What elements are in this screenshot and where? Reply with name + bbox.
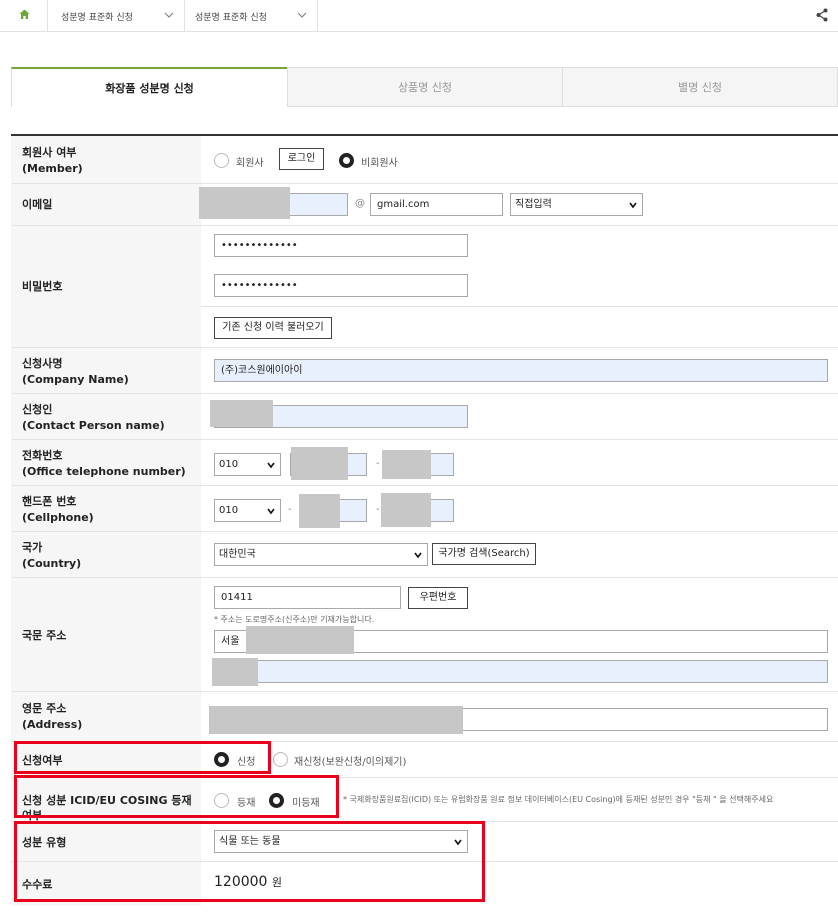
chevron-down-icon [629,202,637,209]
email-domain-select[interactable]: 직접입력 [510,193,643,216]
email-at-sign: @ [355,198,365,209]
radio-member-label: 회원사 [236,158,264,169]
country-select-value: 대한민국 [219,549,256,560]
login-button[interactable]: 로그인 [279,148,324,170]
redacted-block [212,658,258,686]
row-kr-address: 국문 주소 01411 우편번호 * 주소는 도로명주소(신주소)만 기재가능합… [11,578,838,692]
label-contact: 신청인 [22,403,53,416]
radio-apply-re-label: 재신청(보완신청/이의제기) [294,757,407,768]
office-phone-prefix-select[interactable]: 010 [214,453,281,476]
redacted-block [246,626,354,654]
email-domain-select-value: 직접입력 [515,199,552,210]
divider [201,306,838,307]
breadcrumb-dropdown-1[interactable]: 성분명 표준화 신청 [48,0,185,32]
top-nav-bar: 성분명 표준화 신청 성분명 표준화 신청 [0,0,838,32]
row-en-address: 영문 주소 (Address) [11,692,838,742]
cellphone-prefix-select[interactable]: 010 [214,499,281,522]
country-select[interactable]: 대한민국 [214,543,428,566]
label-company-en: (Company Name) [22,373,129,386]
label-contact-en: (Contact Person name) [22,419,165,432]
tab-ingredient-name[interactable]: 화장품 성분명 신청 [11,67,288,107]
label-office-phone-en: (Office telephone number) [22,465,186,478]
redacted-block [199,187,290,219]
cosing-note: * 국제화장품원료집(ICID) 또는 유럽화장품 원료 정보 데이터베이스(E… [343,795,774,804]
highlight-box-apply-type [14,741,271,774]
label-company: 신청사명 [22,357,63,370]
phone-dash: - [288,504,292,515]
application-form: 회원사 여부 (Member) 회원사 로그인 비회원사 이메일 @ gmail… [11,134,838,906]
label-en-address-en: (Address) [22,718,83,731]
highlight-box-type-fee [14,821,485,902]
address-note: * 주소는 도로명주소(신주소)만 기재가능합니다. [214,615,375,624]
row-contact-person: 신청인 (Contact Person name) [11,394,838,440]
label-cellphone: 핸드폰 번호 [22,495,77,508]
row-office-phone: 전화번호 (Office telephone number) 010 - [11,440,838,486]
label-member-en: (Member) [22,162,83,175]
phone-dash: - [376,504,380,515]
label-country-en: (Country) [22,557,82,570]
radio-nonmember[interactable] [339,153,354,168]
radio-nonmember-label: 비회원사 [361,158,398,169]
breadcrumb-label-2: 성분명 표준화 신청 [195,13,267,23]
row-cellphone: 핸드폰 번호 (Cellphone) 010 - - [11,486,838,532]
password-confirm-field[interactable]: ••••••••••••• [214,274,468,297]
radio-member[interactable] [214,153,229,168]
company-name-field[interactable]: (주)코스원에이아이 [214,359,828,382]
redacted-block [291,447,348,480]
breadcrumb-dropdown-2[interactable]: 성분명 표준화 신청 [185,0,318,32]
redacted-block [209,706,463,734]
label-kr-address: 국문 주소 [22,629,67,642]
row-country: 국가 (Country) 대한민국 국가명 검색(Search) [11,532,838,578]
home-button[interactable] [0,0,48,32]
redacted-block [382,450,431,479]
label-cellphone-en: (Cellphone) [22,511,94,524]
share-icon[interactable] [816,8,828,22]
country-search-button[interactable]: 국가명 검색(Search) [432,543,536,565]
label-office-phone: 전화번호 [22,449,63,462]
row-company: 신청사명 (Company Name) (주)코스원에이아이 [11,348,838,394]
redacted-block [381,493,431,527]
row-password: 비밀번호 ••••••••••••• ••••••••••••• 기존 신청 이… [11,226,838,348]
chevron-down-icon [164,12,174,18]
password-field[interactable]: ••••••••••••• [214,234,468,257]
address-line2-field[interactable] [214,660,828,683]
label-email: 이메일 [22,198,53,211]
load-history-button[interactable]: 기존 신청 이력 불러오기 [214,317,332,339]
email-domain-field[interactable]: gmail.com [370,193,503,216]
chevron-down-icon [414,552,422,559]
home-icon [19,9,30,19]
cellphone-prefix-value: 010 [219,505,239,516]
row-member: 회원사 여부 (Member) 회원사 로그인 비회원사 [11,136,838,184]
breadcrumb-label-1: 성분명 표준화 신청 [61,13,133,23]
radio-apply-re[interactable] [273,752,288,767]
phone-dash: - [376,458,380,469]
tab-bar: 화장품 성분명 신청 상품명 신청 별명 신청 [11,67,838,107]
address-line1-prefix: 서울 [221,636,240,647]
row-email: 이메일 @ gmail.com 직접입력 [11,184,838,226]
tab-alias-name[interactable]: 별명 신청 [562,67,838,107]
redacted-block [299,494,340,528]
office-phone-prefix-value: 010 [219,459,239,470]
label-country: 국가 [22,541,43,554]
zip-code-field[interactable]: 01411 [214,586,401,609]
zip-code-button[interactable]: 우편번호 [408,587,468,609]
label-en-address: 영문 주소 [22,702,67,715]
redacted-block [210,400,273,427]
highlight-box-cosing [14,775,339,818]
label-password: 비밀번호 [22,280,63,293]
tab-product-name[interactable]: 상품명 신청 [287,67,563,107]
chevron-down-icon [267,508,275,515]
chevron-down-icon [267,462,275,469]
chevron-down-icon [297,12,307,18]
label-member: 회원사 여부 [22,146,77,159]
